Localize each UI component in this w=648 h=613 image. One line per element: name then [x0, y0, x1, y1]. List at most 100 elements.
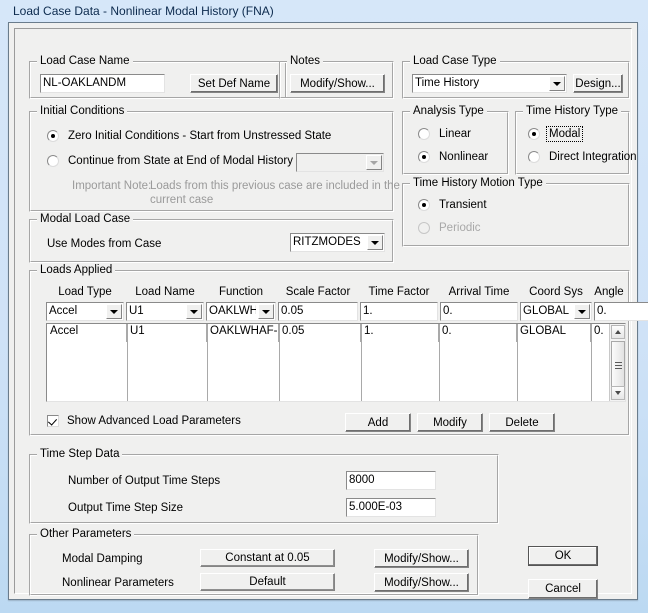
column-divider — [591, 324, 592, 401]
modal-load-case-value: RITZMODES — [293, 236, 361, 248]
scrollbar-thumb[interactable] — [611, 341, 625, 389]
chevron-down-icon[interactable] — [367, 235, 383, 250]
radio-th-modal-indicator — [528, 128, 540, 140]
radio-th-modal-label: Modal — [545, 126, 584, 142]
grip-icon — [614, 361, 622, 369]
modal-damping-modify-show-button[interactable]: Modify/Show... — [374, 549, 469, 568]
load-case-type-group-title: Load Case Type — [410, 55, 500, 67]
column-header-angle: Angle — [594, 286, 624, 298]
table-row[interactable]: Accel U1 OAKLWHAF- 0.05 1. 0. GLOBAL 0. — [47, 324, 625, 342]
radio-motion-periodic: Periodic — [418, 222, 481, 234]
load-case-type-group: Load Case Type Time History Design... — [402, 55, 630, 99]
column-header-scale-factor: Scale Factor — [285, 286, 351, 298]
column-header-function: Function — [218, 286, 264, 298]
column-divider — [127, 324, 128, 401]
column-divider — [207, 324, 208, 401]
delete-load-button[interactable]: Delete — [489, 413, 555, 432]
column-header-load-type: Load Type — [58, 286, 112, 298]
radio-zero-initial-conditions[interactable]: Zero Initial Conditions - Start from Uns… — [47, 130, 331, 142]
modal-load-case-group-title: Modal Load Case — [37, 213, 134, 225]
window-title: Load Case Data - Nonlinear Modal History… — [13, 4, 274, 18]
loads-applied-group: Loads Applied Load Type Load Name Functi… — [29, 264, 648, 436]
radio-motion-transient-label: Transient — [439, 199, 487, 211]
initial-conditions-group: Initial Conditions Zero Initial Conditio… — [29, 105, 400, 212]
loads-applied-listbox[interactable]: Accel U1 OAKLWHAF- 0.05 1. 0. GLOBAL 0. — [46, 323, 626, 402]
radio-analysis-linear[interactable]: Linear — [418, 128, 471, 140]
radio-analysis-nonlinear-indicator — [418, 151, 430, 163]
time-step-data-group-title: Time Step Data — [37, 448, 123, 460]
show-advanced-load-parameters-indicator — [47, 415, 59, 427]
notes-modify-show-button[interactable]: Modify/Show... — [290, 74, 385, 93]
load-case-name-group: Load Case Name NL-OAKLANDM Set Def Name — [29, 55, 287, 99]
chevron-down-icon[interactable] — [574, 304, 590, 319]
column-header-arrival-time: Arrival Time — [448, 286, 510, 298]
design-button-label: Design... — [575, 77, 621, 90]
cell-arrival-time: 0. — [439, 324, 517, 342]
listbox-scrollbar[interactable] — [609, 324, 625, 401]
scroll-up-icon[interactable] — [611, 325, 625, 339]
angle-input[interactable]: 0. — [594, 302, 648, 321]
load-case-type-combo[interactable]: Time History — [412, 74, 567, 93]
design-button[interactable]: Design... — [573, 74, 623, 93]
function-combo[interactable]: OAKLWH. — [206, 302, 276, 321]
load-type-value: Accel — [49, 305, 78, 317]
analysis-type-group: Analysis Type Linear Nonlinear — [402, 105, 509, 175]
scale-factor-input[interactable]: 0.05 — [278, 302, 358, 321]
time-history-motion-type-group-title: Time History Motion Type — [410, 177, 546, 189]
output-time-step-size-input[interactable]: 5.000E-03 — [346, 498, 436, 517]
time-history-type-group: Time History Type Modal Direct Integrati… — [515, 105, 637, 175]
time-step-data-group: Time Step Data Number of Output Time Ste… — [29, 448, 499, 524]
show-advanced-load-parameters-checkbox[interactable]: Show Advanced Load Parameters — [47, 415, 241, 427]
time-history-type-group-title: Time History Type — [523, 105, 622, 117]
load-case-name-input[interactable]: NL-OAKLANDM — [40, 74, 165, 93]
load-name-combo[interactable]: U1 — [126, 302, 204, 321]
important-note-line2: current case — [150, 194, 214, 206]
time-factor-input[interactable]: 1. — [360, 302, 438, 321]
radio-motion-periodic-indicator — [418, 222, 430, 234]
load-type-combo[interactable]: Accel — [46, 302, 124, 321]
number-of-output-time-steps-label: Number of Output Time Steps — [68, 475, 221, 487]
other-parameters-group: Other Parameters Modal Damping Constant … — [29, 528, 479, 596]
important-note-line1: Loads from this previous case are includ… — [150, 180, 400, 192]
window-title-bar: Load Case Data - Nonlinear Modal History… — [0, 0, 648, 22]
modal-damping-label: Modal Damping — [62, 553, 143, 565]
load-case-data-dialog: Load Case Name NL-OAKLANDM Set Def Name … — [8, 22, 648, 600]
function-value: OAKLWH. — [209, 305, 256, 317]
modify-load-button[interactable]: Modify — [417, 413, 483, 432]
radio-motion-transient-indicator — [418, 199, 430, 211]
number-of-output-time-steps-input[interactable]: 8000 — [346, 471, 436, 490]
notes-group: Notes Modify/Show... — [279, 55, 394, 99]
radio-analysis-nonlinear[interactable]: Nonlinear — [418, 151, 488, 163]
radio-th-modal[interactable]: Modal — [528, 126, 584, 142]
nonlinear-parameters-modify-show-button[interactable]: Modify/Show... — [374, 573, 469, 592]
ok-button[interactable]: OK — [528, 546, 598, 566]
chevron-down-icon[interactable] — [258, 304, 274, 319]
radio-motion-periodic-label: Periodic — [439, 222, 481, 234]
arrival-time-input[interactable]: 0. — [440, 302, 518, 321]
set-def-name-button[interactable]: Set Def Name — [190, 74, 278, 93]
important-note-label: Important Note: — [72, 180, 152, 192]
show-advanced-load-parameters-label: Show Advanced Load Parameters — [67, 415, 241, 427]
radio-th-direct-integration[interactable]: Direct Integration — [528, 151, 637, 163]
radio-analysis-nonlinear-label: Nonlinear — [439, 151, 489, 163]
chevron-down-icon[interactable] — [366, 155, 382, 170]
continue-case-combo[interactable] — [296, 153, 384, 172]
cancel-button[interactable]: Cancel — [528, 579, 598, 599]
radio-analysis-linear-label: Linear — [439, 128, 471, 140]
chevron-down-icon[interactable] — [106, 304, 122, 319]
radio-continue-from-state[interactable]: Continue from State at End of Modal Hist… — [47, 155, 293, 167]
radio-th-direct-integration-indicator — [528, 151, 540, 163]
column-divider — [361, 324, 362, 401]
use-modes-from-case-label: Use Modes from Case — [47, 238, 162, 250]
chevron-down-icon[interactable] — [186, 304, 202, 319]
notes-group-title: Notes — [287, 55, 324, 67]
initial-conditions-group-title: Initial Conditions — [37, 105, 128, 117]
chevron-down-icon[interactable] — [549, 76, 565, 91]
cell-load-type: Accel — [47, 324, 127, 342]
modal-load-case-combo[interactable]: RITZMODES — [290, 233, 385, 252]
add-load-button[interactable]: Add — [345, 413, 411, 432]
radio-motion-transient[interactable]: Transient — [418, 199, 487, 211]
column-divider — [439, 324, 440, 401]
coord-sys-combo[interactable]: GLOBAL — [520, 302, 592, 321]
scroll-down-icon[interactable] — [611, 386, 625, 400]
